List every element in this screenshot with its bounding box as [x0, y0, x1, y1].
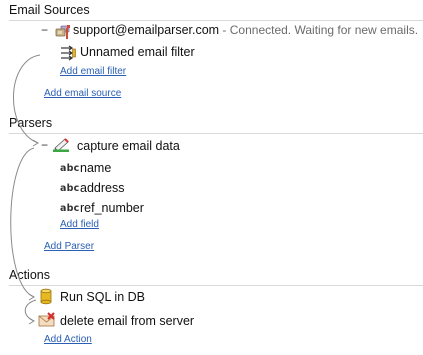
flow-connector-action-to-action: [24, 299, 37, 325]
